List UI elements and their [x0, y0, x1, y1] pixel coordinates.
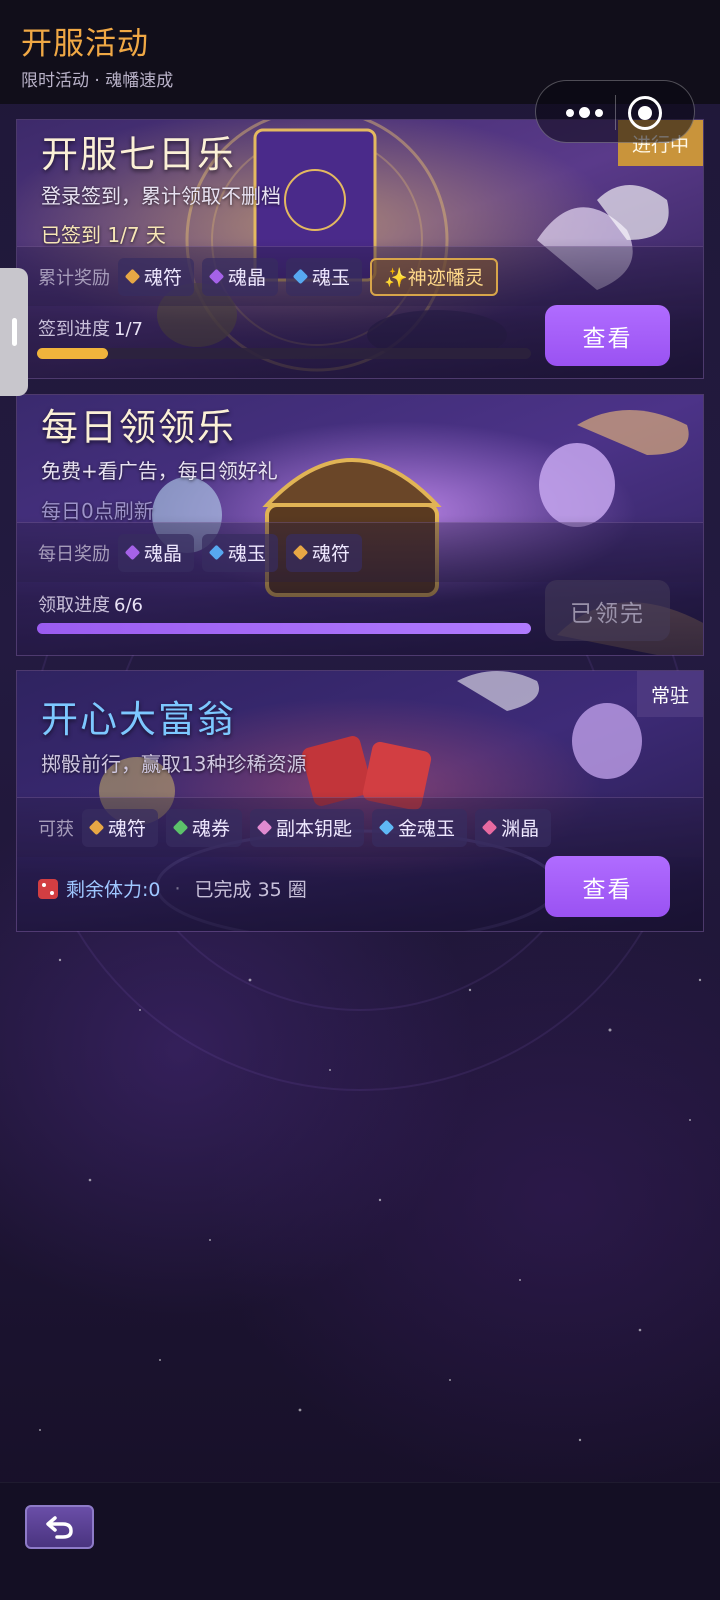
bottom-bar [0, 1482, 720, 1600]
reward-chip: 魂玉 [202, 533, 279, 572]
progress-bar-fill [37, 623, 531, 634]
abyss-crystal-icon [481, 819, 498, 836]
reward-row-label: 可获 [38, 818, 74, 840]
activity-card-daily: 每日领领乐 免费+看广告，每日领好礼 每日0点刷新 每日奖励 魂晶 魂玉 魂符 … [16, 394, 704, 656]
key-icon [256, 819, 273, 836]
view-button[interactable]: 查看 [545, 305, 670, 366]
reward-row: 每日奖励 魂晶 魂玉 魂符 [17, 522, 703, 582]
talisman-icon [124, 268, 141, 285]
stamina-row: 剩余体力:0 · 已完成 35 圈 [38, 875, 307, 902]
reward-chip: 魂符 [286, 533, 363, 572]
card-title: 每日领领乐 [41, 406, 236, 449]
reward-chip: 魂玉 [286, 257, 363, 296]
progress-bar [37, 348, 531, 359]
progress-value: 6/6 [114, 595, 143, 616]
progress-label: 领取进度 6/6 [38, 595, 143, 616]
jade-icon [208, 544, 225, 561]
reward-chip: 金魂玉 [372, 808, 468, 847]
more-dots-icon[interactable] [554, 81, 614, 144]
stamina-text: 剩余体力:0 [66, 879, 161, 901]
crystal-icon [208, 268, 225, 285]
reward-chip: 魂符 [118, 257, 195, 296]
laps-completed: 已完成 35 圈 [194, 879, 307, 901]
target-close-icon[interactable] [628, 96, 662, 130]
side-drawer-handle[interactable] [0, 268, 28, 396]
activity-card-seven-day: 进行中 开服七日乐 登录签到，累计领取不删档 已签到 1/7 天 累计奖励 魂符… [16, 119, 704, 379]
card-description: 掷骰前行，赢取13种珍稀资源 [41, 752, 307, 776]
refresh-note: 每日0点刷新 [41, 499, 154, 523]
talisman-icon [292, 544, 309, 561]
back-button[interactable] [25, 1505, 94, 1549]
talisman-icon [88, 819, 105, 836]
reward-row: 可获 魂符 魂券 副本钥匙 金魂玉 渊晶 [17, 797, 703, 857]
reward-chip: 魂晶 [202, 257, 279, 296]
card-title: 开心大富翁 [41, 698, 236, 741]
card-title: 开服七日乐 [41, 133, 236, 176]
progress-bar-fill [37, 348, 108, 359]
progress-label: 签到进度 1/7 [38, 319, 143, 340]
progress-value: 1/7 [114, 319, 143, 340]
ticket-icon [172, 819, 189, 836]
reward-chip: 魂晶 [118, 533, 195, 572]
return-arrow-icon [45, 1516, 73, 1539]
progress-bar [37, 623, 531, 634]
crystal-icon [124, 544, 141, 561]
reward-chip: 魂券 [166, 808, 243, 847]
reward-row-label: 每日奖励 [38, 543, 110, 565]
reward-row: 累计奖励 魂符 魂晶 魂玉 ✨神迹幡灵 [17, 246, 703, 306]
checkin-count: 已签到 1/7 天 [41, 223, 166, 247]
gold-jade-icon [378, 819, 395, 836]
separator-dot: · [174, 877, 181, 900]
capsule-divider [615, 95, 616, 130]
card-description: 登录签到，累计领取不删档 [41, 184, 281, 208]
reward-row-label: 累计奖励 [38, 267, 110, 289]
claimed-button[interactable]: 已领完 [545, 580, 670, 641]
view-button[interactable]: 查看 [545, 856, 670, 917]
reward-chip: 副本钥匙 [250, 808, 365, 847]
dice-icon [38, 878, 58, 899]
jade-icon [292, 268, 309, 285]
reward-chip-special: ✨神迹幡灵 [370, 257, 498, 296]
page-subtitle: 限时活动 · 魂幡速成 [21, 71, 174, 91]
reward-chip: 渊晶 [475, 808, 552, 847]
page-title: 开服活动 [21, 26, 149, 62]
miniprogram-capsule [535, 80, 695, 143]
permanent-badge: 常驻 [636, 671, 703, 717]
reward-chip: 魂符 [82, 808, 159, 847]
card-description: 免费+看广告，每日领好礼 [41, 459, 278, 483]
activity-card-monopoly: 常驻 开心大富翁 掷骰前行，赢取13种珍稀资源 可获 魂符 魂券 副本钥匙 金魂… [16, 670, 704, 932]
